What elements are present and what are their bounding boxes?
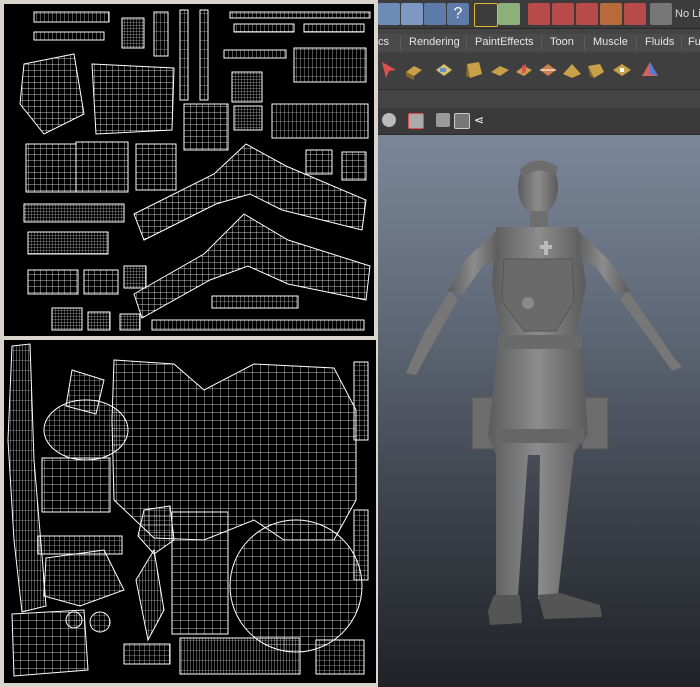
render-ipr-icon[interactable] [552, 3, 574, 25]
shading-icon[interactable] [382, 113, 396, 127]
snap-grid-icon[interactable] [378, 3, 400, 25]
frame-all-icon[interactable] [454, 113, 470, 129]
tab-divider [541, 36, 542, 50]
polygon-wedge-icon[interactable] [584, 58, 608, 82]
character-model [406, 159, 682, 625]
tab-divider [466, 36, 467, 50]
uv-layout-bottom [7, 343, 369, 677]
shelf-icons [378, 53, 700, 90]
create-polygon-icon[interactable] [402, 58, 426, 82]
polygon-merge-icon[interactable] [610, 58, 634, 82]
magnet-icon[interactable] [624, 3, 646, 25]
render-settings-icon[interactable] [576, 3, 598, 25]
tab-divider [584, 36, 585, 50]
wireframe-cube-icon[interactable] [436, 113, 450, 127]
render-frame-icon[interactable] [528, 3, 550, 25]
uv-canvas-top[interactable] [4, 4, 374, 336]
no-lights-label[interactable]: No Li [675, 8, 700, 20]
perspective-viewport[interactable] [378, 135, 700, 687]
shelf-tabs: cs Rendering PaintEffects Toon Muscle Fl… [378, 34, 700, 52]
tab-rendering[interactable]: Rendering [409, 36, 460, 48]
tab-divider [681, 36, 682, 50]
polygon-extrude-icon[interactable] [512, 58, 536, 82]
lock-icon[interactable] [474, 3, 498, 27]
maya-window: ? No Li cs Rendering PaintEffects Toon M… [378, 0, 700, 687]
polygon-smooth-icon[interactable] [560, 58, 584, 82]
select-camera-icon[interactable] [408, 113, 424, 129]
uv-editor-top-panel [0, 0, 378, 340]
viewport-toolbar: ⋖ [378, 108, 700, 135]
tab-divider [400, 36, 401, 50]
hypershade-icon[interactable] [600, 3, 622, 25]
tab-divider [636, 36, 637, 50]
snap-curve-icon[interactable] [401, 3, 423, 25]
polygon-plane-icon[interactable] [488, 58, 512, 82]
help-icon[interactable]: ? [447, 3, 469, 25]
selection-mask-icon[interactable] [498, 3, 520, 25]
polygon-split-icon[interactable] [536, 58, 560, 82]
tab-painteffects[interactable]: PaintEffects [475, 36, 534, 48]
tab-dynamics[interactable]: cs [378, 36, 389, 48]
uv-layout-top [19, 9, 371, 331]
tab-toon[interactable]: Toon [550, 36, 574, 48]
share-icon[interactable]: ⋖ [472, 113, 486, 127]
tab-fur[interactable]: Fu [688, 36, 700, 48]
tab-muscle[interactable]: Muscle [593, 36, 628, 48]
polygon-cube-icon[interactable] [432, 58, 456, 82]
snap-point-icon[interactable] [424, 3, 446, 25]
polygon-cone-icon[interactable] [638, 58, 662, 82]
camera-icon[interactable] [650, 3, 672, 25]
polygon-box-icon[interactable] [462, 58, 486, 82]
uv-canvas-bottom[interactable] [4, 340, 376, 683]
uv-editor-bottom-panel [0, 340, 378, 687]
status-line-toolbar: ? No Li [378, 0, 700, 29]
select-tool-icon[interactable] [378, 58, 402, 82]
tab-fluids[interactable]: Fluids [645, 36, 674, 48]
